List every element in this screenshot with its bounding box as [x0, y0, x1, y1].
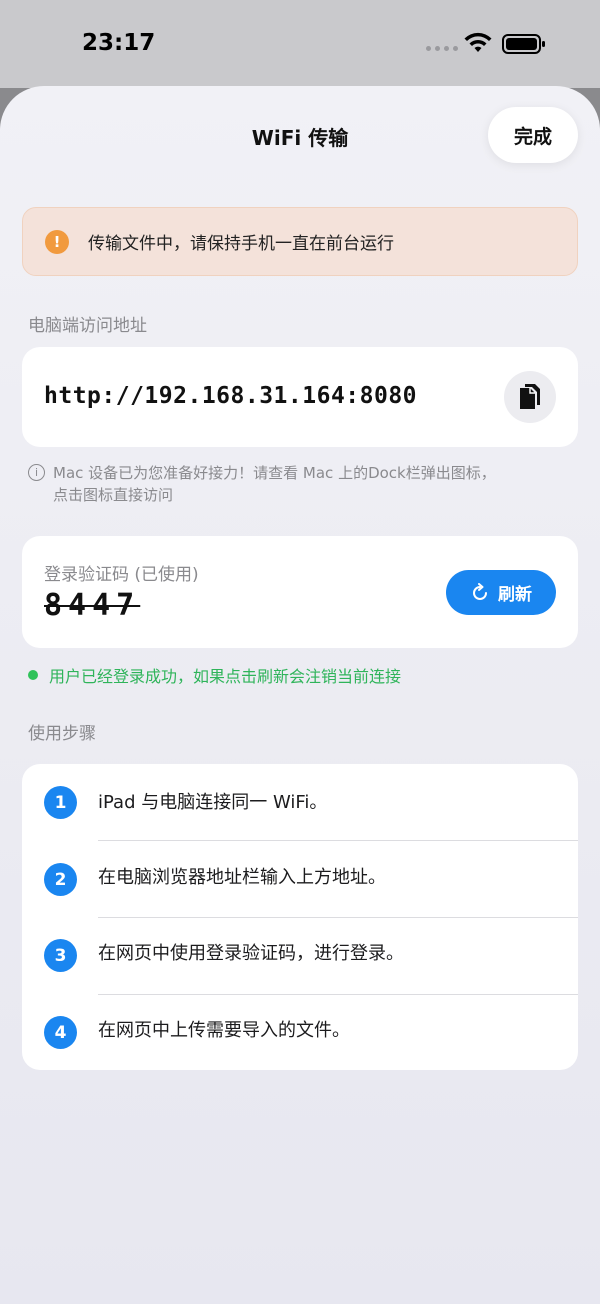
login-code-card: 登录验证码 (已使用) 8447 刷新 — [22, 536, 578, 648]
warning-text: 传输文件中，请保持手机一直在前台运行 — [88, 234, 394, 254]
step-number-badge: 3 — [44, 939, 77, 972]
warning-banner: ! 传输文件中，请保持手机一直在前台运行 — [22, 207, 578, 276]
warning-icon: ! — [45, 229, 69, 254]
step-item: 4 在网页中上传需要导入的文件。 — [22, 994, 578, 1071]
status-time: 23:17 — [82, 30, 156, 56]
signal-dots-icon — [426, 46, 458, 51]
refresh-button[interactable]: 刷新 — [446, 570, 556, 615]
battery-icon — [502, 34, 545, 54]
wifi-transfer-sheet: WiFi 传输 完成 ! 传输文件中，请保持手机一直在前台运行 电脑端访问地址 … — [0, 86, 600, 1304]
login-code-label: 登录验证码 (已使用) — [44, 565, 199, 585]
address-text: http://192.168.31.164:8080 — [44, 383, 418, 409]
steps-section-label: 使用步骤 — [28, 724, 96, 744]
handoff-hint: i Mac 设备已为您准备好接力！请查看 Mac 上的Dock栏弹出图标， 点击… — [28, 462, 558, 506]
step-item: 1 iPad 与电脑连接同一 WiFi。 — [22, 764, 578, 841]
hint-text: Mac 设备已为您准备好接力！请查看 Mac 上的Dock栏弹出图标， 点击图标… — [53, 464, 496, 504]
success-dot-icon — [28, 670, 38, 680]
refresh-icon — [473, 582, 487, 600]
login-status: 用户已经登录成功，如果点击刷新会注销当前连接 — [28, 663, 401, 687]
step-number-badge: 1 — [44, 786, 77, 819]
refresh-label: 刷新 — [498, 585, 532, 605]
login-status-text: 用户已经登录成功，如果点击刷新会注销当前连接 — [49, 667, 402, 686]
step-text: iPad 与电脑连接同一 WiFi。 — [98, 792, 328, 813]
info-icon: i — [28, 464, 45, 481]
steps-card: 1 iPad 与电脑连接同一 WiFi。 2 在电脑浏览器地址栏输入上方地址。 … — [22, 764, 578, 1070]
done-button[interactable]: 完成 — [488, 107, 578, 163]
address-card: http://192.168.31.164:8080 — [22, 347, 578, 447]
step-text: 在网页中使用登录验证码，进行登录。 — [98, 943, 404, 964]
step-number-badge: 4 — [44, 1016, 77, 1049]
copy-icon — [520, 384, 540, 409]
login-code-value: 8447 — [44, 588, 141, 623]
copy-button[interactable] — [504, 371, 556, 423]
step-item: 3 在网页中使用登录验证码，进行登录。 — [22, 917, 578, 994]
wifi-icon — [464, 32, 492, 52]
step-text: 在电脑浏览器地址栏输入上方地址。 — [98, 867, 386, 888]
step-text: 在网页中上传需要导入的文件。 — [98, 1020, 350, 1041]
step-number-badge: 2 — [44, 863, 77, 896]
step-item: 2 在电脑浏览器地址栏输入上方地址。 — [22, 841, 578, 918]
address-section-label: 电脑端访问地址 — [28, 316, 147, 336]
status-bar: 23:17 — [0, 0, 600, 88]
